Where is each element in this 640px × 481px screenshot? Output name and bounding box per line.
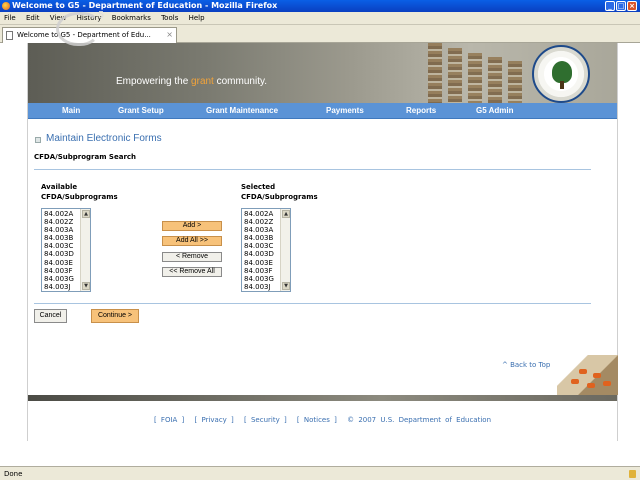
available-option[interactable]: 84.003F [44, 267, 74, 275]
g5-logo-sup: 5 [98, 10, 105, 21]
page-subtitle: CFDA/Subprogram Search [34, 153, 137, 161]
available-option[interactable]: 84.003B [44, 234, 74, 242]
footer: [ FOIA ] [ Privacy ] [ Security ] [ Noti… [28, 416, 617, 424]
available-option[interactable]: 84.003G [44, 275, 74, 283]
cancel-button[interactable]: Cancel [34, 309, 67, 323]
footer-security-link[interactable]: [ Security ] [244, 416, 287, 424]
maximize-button[interactable]: □ [616, 1, 626, 11]
available-option[interactable]: 84.002Z [44, 218, 74, 226]
status-bar: Done [0, 466, 640, 480]
remove-all-button[interactable]: << Remove All [162, 267, 222, 277]
nav-grant-setup[interactable]: Grant Setup [118, 103, 164, 119]
add-button[interactable]: Add > [162, 221, 222, 231]
footer-notices-link[interactable]: [ Notices ] [297, 416, 337, 424]
scroll-up-icon[interactable]: ▲ [82, 210, 90, 218]
tab-close-icon[interactable]: × [166, 28, 173, 42]
lock-icon [629, 470, 636, 478]
close-window-button[interactable]: × [627, 1, 637, 11]
footer-foia-link[interactable]: [ FOIA ] [154, 416, 184, 424]
available-option[interactable]: 84.003C [44, 242, 74, 250]
firefox-icon [2, 2, 10, 10]
selected-option[interactable]: 84.003E [244, 259, 274, 267]
available-label: Available CFDA/Subprograms [41, 183, 118, 201]
available-scrollbar[interactable]: ▲ ▼ [80, 209, 90, 291]
classroom-image [557, 355, 618, 395]
page-title: Maintain Electronic Forms [46, 133, 162, 144]
selected-option[interactable]: 84.002A [244, 210, 274, 218]
footer-copyright: © 2007 U.S. Department of Education [347, 416, 492, 424]
back-to-top-link[interactable]: ^ Back to Top [502, 361, 550, 369]
remove-button[interactable]: < Remove [162, 252, 222, 262]
add-all-button[interactable]: Add All >> [162, 236, 222, 246]
nav-reports[interactable]: Reports [406, 103, 436, 119]
header-banner [28, 43, 617, 103]
available-option[interactable]: 84.003D [44, 250, 74, 258]
minimize-button[interactable]: _ [605, 1, 615, 11]
selected-option[interactable]: 84.003D [244, 250, 274, 258]
scroll-up-icon[interactable]: ▲ [282, 210, 290, 218]
main-nav: Main Grant Setup Grant Maintenance Payme… [28, 103, 617, 119]
available-listbox[interactable]: 84.002A 84.002Z 84.003A 84.003B 84.003C 84.00… [41, 208, 91, 292]
menu-edit[interactable]: Edit [26, 14, 40, 22]
available-items: 84.002A 84.002Z 84.003A 84.003B 84.003C 84.00… [44, 210, 74, 291]
selected-option[interactable]: 84.003C [244, 242, 274, 250]
divider [34, 169, 591, 170]
selected-option[interactable]: 84.003G [244, 275, 274, 283]
selected-option[interactable]: 84.003A [244, 226, 274, 234]
page-icon [6, 31, 13, 40]
selected-items: 84.002A 84.002Z 84.003A 84.003B 84.003C 84.00… [244, 210, 274, 291]
selected-option[interactable]: 84.003J [244, 283, 274, 291]
menu-file[interactable]: File [4, 14, 16, 22]
selected-option[interactable]: 84.003B [244, 234, 274, 242]
menu-tools[interactable]: Tools [161, 14, 178, 22]
nav-main[interactable]: Main [62, 103, 80, 119]
scroll-down-icon[interactable]: ▼ [82, 282, 90, 290]
selected-listbox[interactable]: 84.002A 84.002Z 84.003A 84.003B 84.003C 84.00… [241, 208, 291, 292]
menu-help[interactable]: Help [189, 14, 205, 22]
menu-bookmarks[interactable]: Bookmarks [112, 14, 151, 22]
available-option[interactable]: 84.003A [44, 226, 74, 234]
banner-tagline: Empowering the grant community. [116, 76, 268, 87]
continue-button[interactable]: Continue > [91, 309, 139, 323]
selected-option[interactable]: 84.002Z [244, 218, 274, 226]
window-titlebar[interactable]: Welcome to G5 - Department of Education … [0, 0, 640, 12]
selected-scrollbar[interactable]: ▲ ▼ [280, 209, 290, 291]
form-icon [35, 137, 41, 143]
nav-grant-maintenance[interactable]: Grant Maintenance [206, 103, 278, 119]
status-text: Done [4, 470, 23, 478]
selected-option[interactable]: 84.003F [244, 267, 274, 275]
footer-strip [28, 395, 617, 401]
available-option[interactable]: 84.003E [44, 259, 74, 267]
department-seal-icon [532, 45, 590, 103]
selected-label: Selected CFDA/Subprograms [241, 183, 318, 201]
available-option[interactable]: 84.003J [44, 283, 74, 291]
g5-logo-icon [56, 12, 100, 46]
nav-g5-admin[interactable]: G5 Admin [476, 103, 513, 119]
available-option[interactable]: 84.002A [44, 210, 74, 218]
nav-payments[interactable]: Payments [326, 103, 364, 119]
divider [34, 303, 591, 304]
footer-privacy-link[interactable]: [ Privacy ] [195, 416, 234, 424]
window-title: Welcome to G5 - Department of Education … [12, 1, 278, 10]
scroll-down-icon[interactable]: ▼ [282, 282, 290, 290]
